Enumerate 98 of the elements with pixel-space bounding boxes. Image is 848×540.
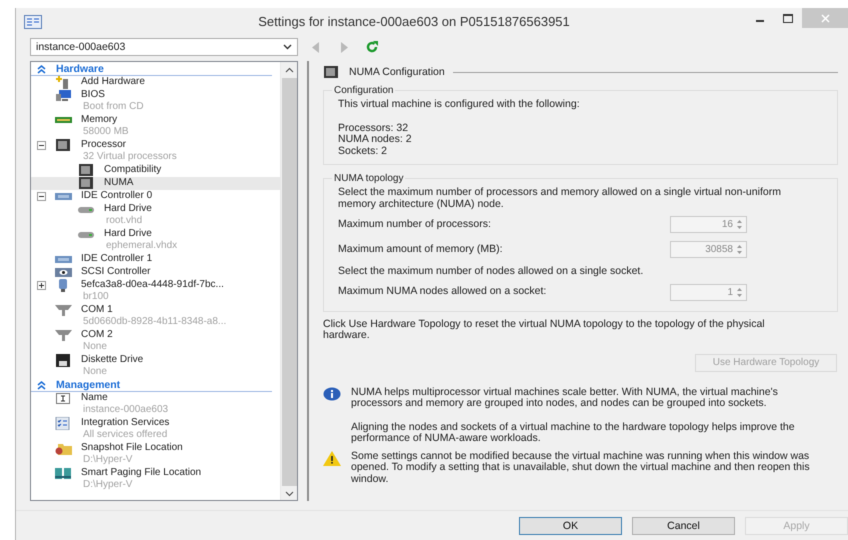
tree-item[interactable]: Integration Services All services offered	[31, 417, 280, 442]
tree-item[interactable]: Memory 58000 MB	[31, 114, 280, 139]
tree-item[interactable]: BIOS Boot from CD	[31, 89, 280, 114]
item-label: BIOS	[81, 89, 106, 101]
item-label: Compatibility	[104, 164, 162, 176]
settings-window-icon	[24, 14, 42, 28]
folder-icon	[55, 442, 73, 454]
serial-port-icon	[55, 304, 73, 316]
group-title: Configuration	[333, 85, 394, 96]
tree-item[interactable]: IDE Controller 1	[31, 253, 280, 266]
item-detail: 5d0660db-8928-4b11-8348-a8...	[82, 316, 226, 328]
config-intro: This virtual machine is configured with the following:	[338, 99, 581, 110]
close-icon	[820, 14, 830, 22]
item-label: Snapshot File Location	[81, 442, 183, 454]
tree-item[interactable]: Processor 32 Virtual processors	[31, 139, 280, 164]
item-detail: 58000 MB	[82, 126, 129, 138]
chip-icon	[55, 138, 73, 152]
note-text: NUMA helps multiprocessor virtual machines scale better. With NUMA, the virtual machine's processors and memory are grouped into nodes, and nodes can be grouped into sockets.	[351, 386, 779, 410]
config-line: NUMA nodes: 2	[338, 134, 413, 146]
spinner-label: Maximum NUMA nodes allowed on a socket:	[338, 286, 546, 298]
forward-icon	[340, 42, 348, 52]
item-label: Processor	[81, 139, 128, 151]
topology-description: Select the maximum number of nodes allowed on a single socket.	[338, 266, 644, 278]
item-label: Add Hardware	[81, 76, 145, 88]
item-detail: All services offered	[82, 429, 168, 441]
item-label: Smart Paging File Location	[81, 467, 202, 479]
tree-item[interactable]: COM 2 None	[31, 329, 280, 354]
item-label: Integration Services	[81, 417, 170, 429]
note-text: Some settings cannot be modified because the virtual machine was running when this window was opened. To modify a setting that is unavailable, shut down the virtual machine and then reopen this window.	[351, 450, 811, 485]
item-label: 5efca3a8-d0ea-4448-91df-7bc...	[81, 279, 224, 291]
item-label: Hard Drive	[104, 228, 153, 240]
maximize-icon	[783, 14, 793, 22]
spinner-label: Maximum number of processors:	[338, 218, 491, 230]
tree-item[interactable]: Smart Paging File Location D:\Hyper-V	[31, 467, 280, 492]
caret-icon	[283, 44, 292, 50]
chip-icon	[78, 164, 96, 176]
item-detail: Boot from CD	[82, 101, 144, 113]
tree-item[interactable]: Diskette Drive None	[31, 354, 280, 379]
group-title: NUMA topology	[333, 173, 404, 184]
collapse-icon[interactable]	[37, 192, 46, 200]
collapse-icon[interactable]	[37, 140, 46, 150]
section-header[interactable]: Hardware	[31, 63, 272, 76]
tree-item[interactable]: Hard Drive ephemeral.vhdx	[31, 228, 280, 253]
item-detail: D:\Hyper-V	[82, 479, 134, 491]
item-label: NUMA	[104, 177, 134, 189]
item-detail: br100	[82, 291, 110, 303]
dialog-button[interactable]: OK	[519, 516, 622, 534]
vm-dropdown[interactable]: instance-000ae603	[30, 38, 298, 56]
info-icon	[323, 386, 341, 400]
item-detail: ephemeral.vhdx	[105, 240, 178, 252]
tree-item[interactable]: Hard Drive root.vhd	[31, 203, 280, 228]
text-field-icon	[55, 392, 73, 404]
item-label: SCSI Controller	[81, 266, 150, 278]
item-label: IDE Controller 1	[81, 253, 152, 265]
item-label: Memory	[81, 114, 118, 126]
scrollbar[interactable]	[280, 62, 297, 500]
reset-description: Click Use Hardware Topology to reset the virtual NUMA topology to the topology of the physical hardware.	[323, 318, 766, 342]
monitor-icon	[55, 88, 73, 102]
tree-item[interactable]: Add Hardware	[31, 76, 280, 89]
tree-item[interactable]: COM 1 5d0660db-8928-4b11-8348-a8...	[31, 304, 280, 329]
tree-item[interactable]: SCSI Controller	[31, 266, 280, 279]
item-detail: instance-000ae603	[82, 404, 168, 416]
expand-icon[interactable]	[37, 280, 46, 290]
refresh-icon	[365, 40, 379, 54]
minimize-icon	[755, 20, 765, 22]
config-line: Processors: 32	[338, 122, 410, 134]
item-label: COM 2	[81, 329, 113, 341]
tree-item[interactable]: Snapshot File Location D:\Hyper-V	[31, 442, 280, 467]
item-detail: 32 Virtual processors	[82, 151, 177, 163]
spinner-label: Maximum amount of memory (MB):	[338, 244, 503, 256]
item-detail: root.vhd	[105, 215, 144, 227]
window-title: Settings for instance-000ae603 on P05151876563951	[257, 14, 571, 29]
dialog-button[interactable]: Cancel	[632, 516, 735, 534]
chip-icon	[323, 66, 341, 78]
panel-title: NUMA Configuration	[349, 66, 445, 78]
item-detail: None	[82, 341, 108, 353]
note-text: Aligning the nodes and sockets of a virtual machine to the hardware topology helps improve the performance of NUMA-aware workloads.	[351, 422, 796, 444]
scsi-icon	[55, 266, 73, 278]
item-label: COM 1	[81, 304, 114, 316]
item-label: Diskette Drive	[81, 354, 144, 366]
topology-description: Select the maximum number of processors and memory allowed on a single virtual non-uniform memory architecture (NUMA) node.	[338, 187, 782, 210]
chip-icon	[78, 176, 96, 190]
item-label: IDE Controller 0	[81, 190, 152, 202]
tree-item[interactable]: 5efca3a8-d0ea-4448-91df-7bc... br100	[31, 279, 280, 304]
tree-item[interactable]: NUMA	[31, 177, 280, 190]
serial-port-icon	[55, 328, 73, 342]
item-label: Name	[81, 392, 109, 404]
tree-item[interactable]: Name instance-000ae603	[31, 392, 280, 417]
config-line: Sockets: 2	[338, 146, 388, 157]
warning-icon	[323, 450, 341, 466]
paging-file-icon	[55, 466, 73, 480]
item-detail: None	[82, 366, 108, 378]
back-icon	[312, 42, 320, 52]
section-header[interactable]: Management	[31, 379, 272, 392]
item-detail: D:\Hyper-V	[82, 454, 134, 466]
tree-item[interactable]: Compatibility	[31, 164, 280, 177]
tree-item[interactable]: IDE Controller 0	[31, 190, 280, 203]
item-label: Hard Drive	[104, 203, 152, 215]
